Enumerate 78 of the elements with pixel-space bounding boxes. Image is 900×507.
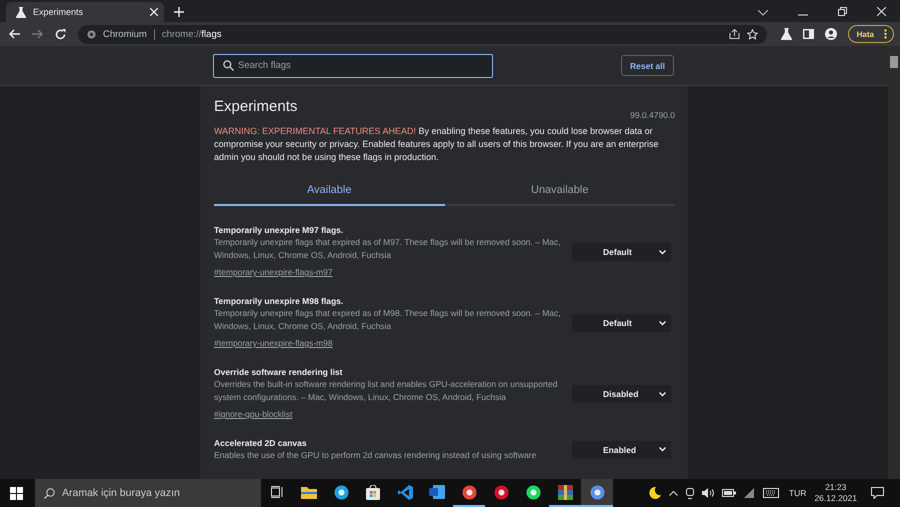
keyboard-icon[interactable] <box>762 488 779 498</box>
flag-dropdown[interactable]: Default <box>572 314 671 332</box>
page-title: Experiments <box>214 98 298 115</box>
round-app-icon <box>462 484 476 500</box>
flag-link[interactable]: #ignore-gpu-blocklist <box>214 407 292 421</box>
address-bar[interactable]: Chromium chrome://flags <box>78 24 767 44</box>
moon-icon[interactable] <box>646 487 661 499</box>
folder-icon <box>301 486 317 498</box>
stacked-books-icon <box>558 484 572 500</box>
restore-icon[interactable] <box>838 7 847 16</box>
webcam-icon[interactable] <box>686 488 694 498</box>
scrollbar[interactable] <box>888 46 900 479</box>
speaker-icon[interactable] <box>702 488 714 498</box>
share-icon[interactable] <box>728 29 740 39</box>
url-text: chrome://flags <box>162 28 222 40</box>
clock-time[interactable]: 21:23 <box>825 482 846 493</box>
flag-dropdown[interactable]: Disabled <box>572 385 671 403</box>
round-app-icon <box>526 484 540 500</box>
flag-dropdown[interactable]: Enabled <box>572 440 671 458</box>
wifi-icon[interactable] <box>744 488 755 498</box>
taskbar-search-box[interactable]: Aramak için buraya yazın <box>35 479 261 507</box>
back-arrow-icon[interactable] <box>9 29 20 39</box>
chevron-down-icon <box>659 392 666 396</box>
flask-icon <box>16 6 26 18</box>
minimize-icon[interactable] <box>798 14 808 16</box>
close-icon[interactable] <box>877 7 886 16</box>
forward-arrow-icon[interactable] <box>32 29 43 39</box>
chevron-down-icon <box>659 250 666 254</box>
page-tab[interactable]: Available <box>214 182 444 206</box>
search-icon <box>44 488 55 498</box>
warning-text: WARNING: EXPERIMENTAL FEATURES AHEAD! By enabling these features, you could lose browser data or compromise your security or privacy. Enabled features apply to all users of this browser. If you are an enterprise admin you should not be using these flags in production. <box>214 125 660 164</box>
windows-logo-icon[interactable] <box>10 486 23 500</box>
flask-icon[interactable] <box>780 28 792 40</box>
chevron-down-icon[interactable] <box>758 10 768 16</box>
flag-dropdown[interactable]: Default <box>572 243 671 261</box>
taskbar-search-field[interactable]: Aramak için buraya yazın <box>62 480 261 506</box>
chevron-up-icon[interactable] <box>668 490 678 496</box>
reload-icon[interactable] <box>55 28 66 40</box>
round-app-icon <box>334 484 348 500</box>
search-box[interactable]: Search flags <box>213 54 493 78</box>
document-app-icon <box>429 485 445 499</box>
code-editor-icon <box>398 484 412 500</box>
chevron-down-icon <box>659 447 666 452</box>
round-app-icon <box>494 484 508 500</box>
flag-description: Overrides the built-in software rendering list and enables GPU-acceleration on unsupported system configurations. – Mac, Windows, Linux, Chrome OS, Android, Fuchsia <box>214 378 558 404</box>
reset-all-button[interactable]: Reset all <box>621 55 674 76</box>
close-icon[interactable] <box>150 8 158 16</box>
flag-link[interactable]: #temporary-unexpire-flags-m98 <box>214 336 333 350</box>
profile-icon[interactable] <box>824 28 837 40</box>
input-language[interactable]: TUR <box>788 488 806 498</box>
clock-date[interactable]: 26.12.2021 <box>814 493 857 504</box>
flag-title: Temporarily unexpire M98 flags. <box>214 295 344 307</box>
round-app-icon <box>590 484 604 500</box>
flag-title: Temporarily unexpire M97 flags. <box>214 224 344 236</box>
browser-tab[interactable]: Experiments <box>6 2 164 22</box>
site-label: Chromium <box>103 28 147 40</box>
taskbar-app-button[interactable] <box>581 479 613 507</box>
flag-link[interactable]: #temporary-unexpire-flags-m97 <box>214 265 333 279</box>
profile-error-button[interactable]: Hata <box>848 25 894 43</box>
flag-description: Temporarily unexpire flags that expired as of M98. These flags will be removed soon. – Mac, Windows, Linux, Chrome OS, Android, Fuchsia <box>214 307 562 333</box>
flag-title: Override software rendering list <box>214 366 344 378</box>
flag-title: Accelerated 2D canvas <box>214 437 308 449</box>
version-text: 99.0.4790.0 <box>630 110 675 120</box>
page-tab[interactable]: Unavailable <box>444 182 675 206</box>
more-vertical-icon <box>884 29 887 39</box>
side-panel-icon[interactable] <box>802 29 814 39</box>
search-field[interactable]: Search flags <box>238 56 492 76</box>
battery-icon[interactable] <box>722 489 736 497</box>
flag-description: Enables the use of the GPU to perform 2d canvas rendering instead of using software <box>214 449 538 462</box>
search-icon <box>223 60 234 71</box>
star-icon[interactable] <box>746 28 758 40</box>
notification-icon[interactable] <box>871 487 884 499</box>
task-view-icon <box>270 486 284 498</box>
shopping-bag-icon <box>366 484 380 500</box>
flag-description: Temporarily unexpire flags that expired as of M97. These flags will be removed soon. – Mac, Windows, Linux, Chrome OS, Android, Fuchsia <box>214 236 562 262</box>
plus-icon[interactable] <box>174 7 184 17</box>
chevron-down-icon <box>659 320 666 326</box>
tab-title: Experiments <box>33 7 84 17</box>
